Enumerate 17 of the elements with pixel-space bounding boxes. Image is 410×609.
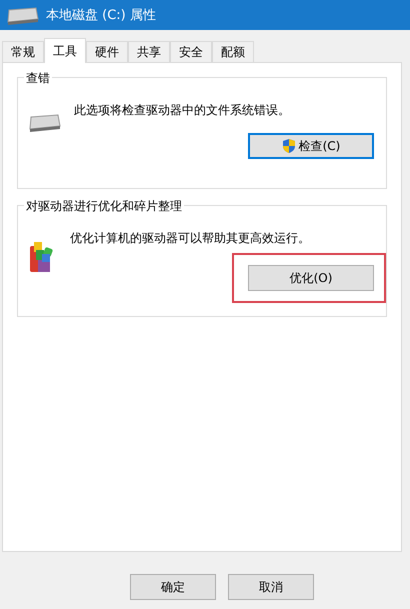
dialog-button[interactable]: 取消 — [228, 574, 314, 600]
optimize-button[interactable]: 优化(O) — [248, 265, 374, 291]
tab[interactable]: 硬件 — [86, 41, 128, 62]
shield-icon — [282, 138, 296, 154]
tab[interactable]: 配额 — [212, 41, 254, 62]
check-button[interactable]: 检查(C) — [248, 133, 374, 159]
tab[interactable]: 工具 — [44, 38, 86, 63]
drive-icon — [6, 5, 40, 25]
tab[interactable]: 安全 — [170, 41, 212, 62]
dialog-button[interactable]: 确定 — [130, 574, 216, 600]
tab[interactable]: 共享 — [128, 41, 170, 62]
description: 此选项将检查驱动器中的文件系统错误。 — [74, 102, 290, 119]
window-title: 本地磁盘 (C:) 属性 — [46, 7, 156, 24]
group-title: 对驱动器进行优化和碎片整理 — [24, 198, 184, 215]
description: 优化计算机的驱动器可以帮助其更高效运行。 — [70, 230, 310, 247]
tab[interactable]: 常规 — [2, 41, 44, 62]
drive-icon — [28, 112, 62, 132]
